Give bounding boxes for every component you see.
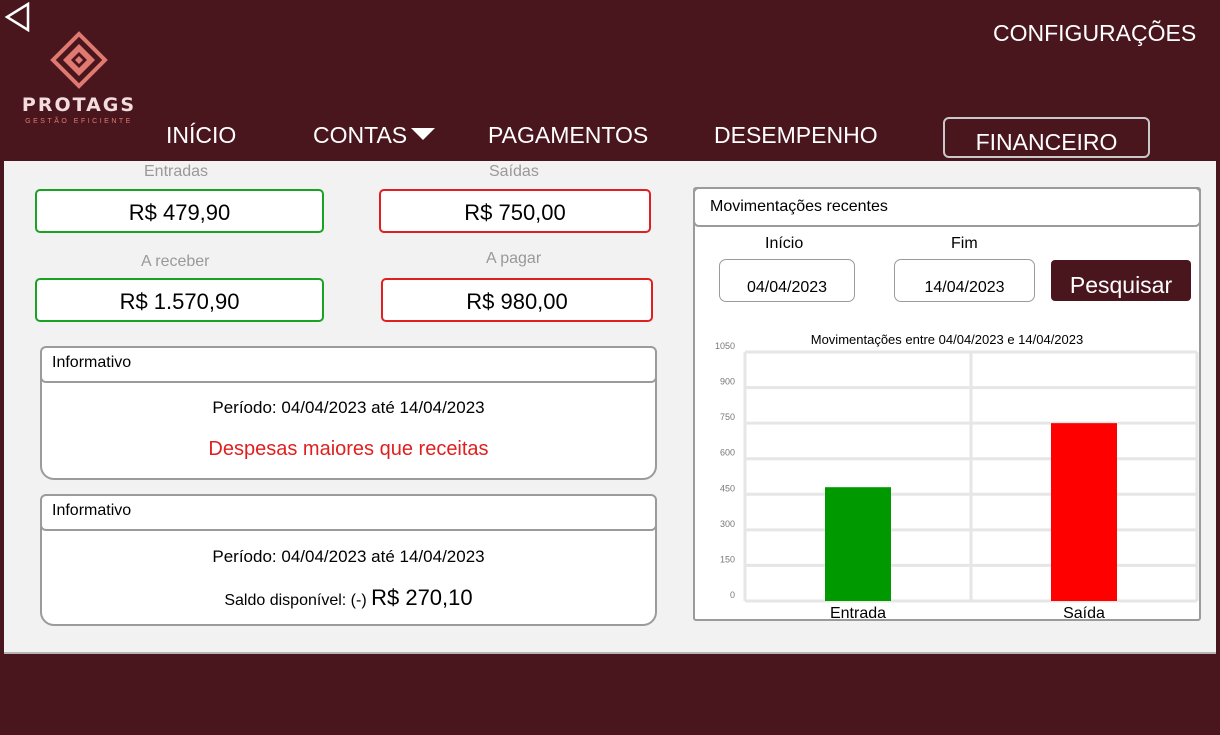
search-button[interactable]: Pesquisar [1051,260,1191,301]
start-date-input[interactable]: 04/04/2023 [719,259,855,302]
chart-x-tick-label: Saída [1063,605,1105,619]
balance-label: Saldo disponível: (-) [224,592,372,609]
entradas-value: R$ 479,90 [35,189,324,233]
end-date-label: Fim [951,235,978,252]
frame-right-edge [1216,161,1220,735]
nav-contas[interactable]: CONTAS [313,122,436,149]
app-footer [4,652,1216,734]
chart-y-tick-label: 450 [720,483,735,493]
panel-title: Movimentações recentes [693,187,1201,227]
logo-tagline: GESTÃO EFICIENTE [25,118,133,125]
chart-x-tick-label: Entrada [830,605,886,619]
chart-y-tick-label: 0 [730,590,735,600]
chart-bar [1051,423,1117,601]
info-card-expenses: Informativo Período: 04/04/2023 até 14/0… [40,346,657,480]
info-card-title: Informativo [40,346,657,383]
movements-chart: 0 150 300 450 600 750 900 1050 Entrada Saída Movim… [715,332,1199,619]
start-date-label: Início [765,235,804,252]
info-period: Período: 04/04/2023 até 14/04/2023 [212,398,485,417]
end-date-input[interactable]: 14/04/2023 [894,259,1035,302]
chevron-down-icon [411,128,436,140]
back-arrow-icon[interactable] [4,2,32,32]
nav-contas-label: CONTAS [313,122,408,148]
logo-name: PROTAGS [21,94,137,116]
nav-financeiro[interactable]: FINANCEIRO [943,117,1150,158]
entradas-label: Entradas [144,163,209,180]
a-pagar-label: A pagar [486,250,542,267]
logo-diamond-icon [50,31,108,89]
chart-y-tick-label: 750 [720,412,735,422]
nav-inicio[interactable]: INÍCIO [166,122,236,149]
chart-title: Movimentações entre 04/04/2023 e 14/04/2… [811,332,1083,347]
nav-desempenho[interactable]: DESEMPENHO [714,122,878,149]
info-card-title: Informativo [40,494,657,531]
info-alert-message: Despesas maiores que receitas [208,438,489,460]
saidas-value: R$ 750,00 [379,189,651,233]
balance-line: Saldo disponível: (-) R$ 270,10 [42,585,655,611]
protags-logo: PROTAGS GESTÃO EFICIENTE [18,30,140,130]
a-pagar-value: R$ 980,00 [381,278,653,322]
chart-y-tick-label: 900 [720,377,735,387]
nav-pagamentos[interactable]: PAGAMENTOS [488,122,648,149]
balance-value: R$ 270,10 [371,585,473,610]
saidas-label: Saídas [489,163,539,180]
settings-link[interactable]: CONFIGURAÇÕES [993,20,1196,47]
a-receber-value: R$ 1.570,90 [35,278,324,322]
app-header: PROTAGS GESTÃO EFICIENTE CONFIGURAÇÕES I… [0,0,1220,161]
chart-y-tick-label: 300 [720,519,735,529]
chart-y-tick-label: 600 [720,448,735,458]
a-receber-label: A receber [141,253,210,270]
info-card-balance: Informativo Período: 04/04/2023 até 14/0… [40,494,657,626]
chart-bar [825,487,891,601]
info-period: Período: 04/04/2023 até 14/04/2023 [212,547,485,566]
chart-y-tick-label: 1050 [715,341,735,351]
chart-y-tick-label: 150 [720,554,735,564]
